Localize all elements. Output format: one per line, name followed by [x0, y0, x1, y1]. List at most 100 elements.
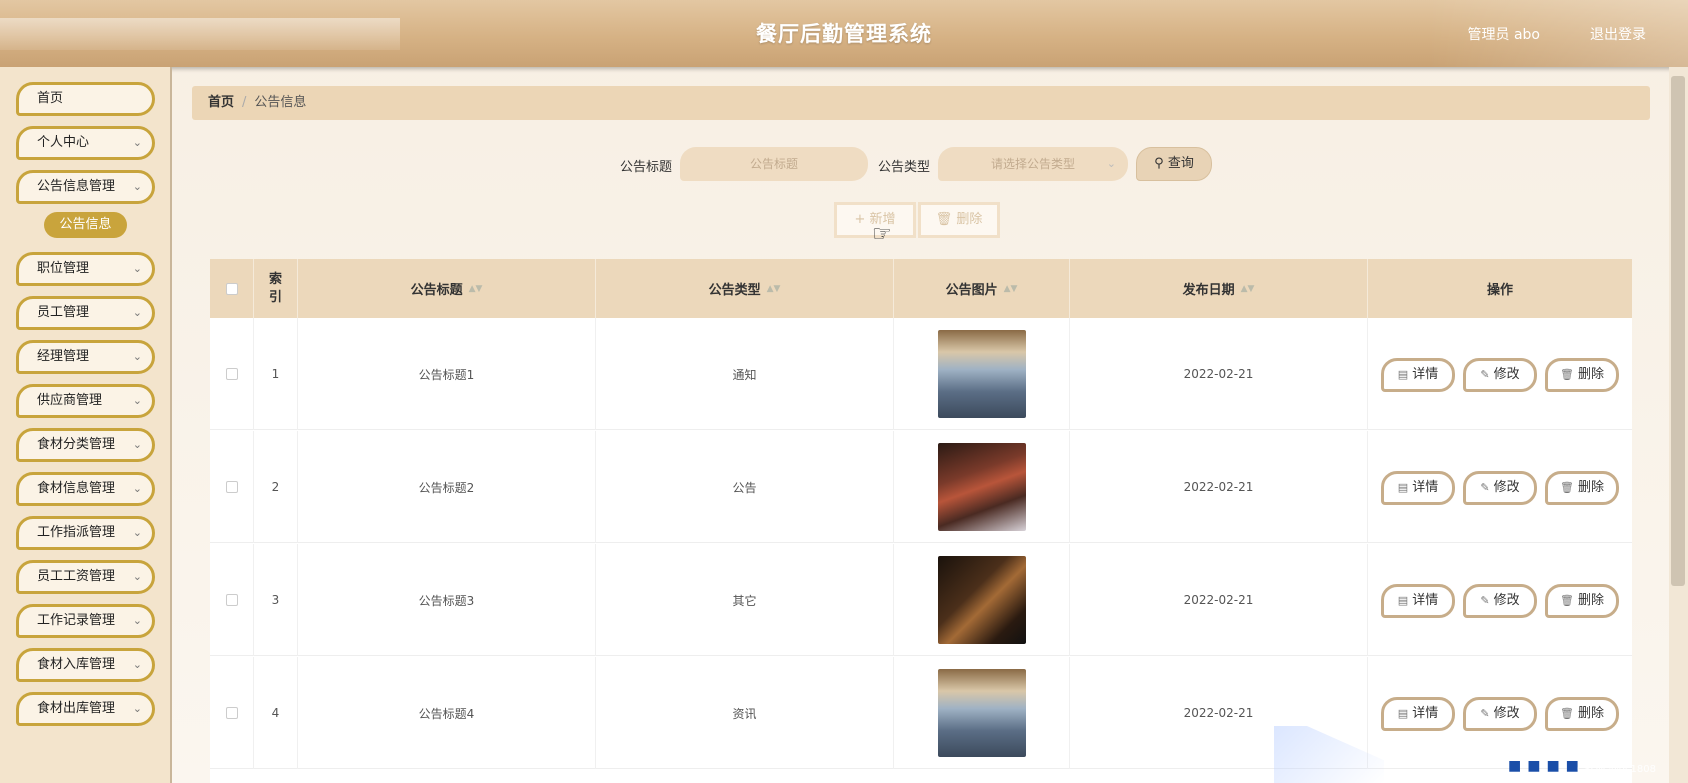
chevron-down-icon: ⌄ — [132, 526, 142, 539]
chevron-down-icon: ⌄ — [132, 180, 142, 193]
delete-row-button[interactable]: 🗑 删除 — [1545, 584, 1619, 618]
sidebar-item[interactable]: 首页 — [16, 82, 155, 116]
sidebar-item[interactable]: 供应商管理 ⌄ — [16, 384, 155, 418]
sidebar-item[interactable]: 工作指派管理 ⌄ — [16, 516, 155, 550]
detail-button[interactable]: ▤ 详情 — [1381, 358, 1455, 392]
select-all-checkbox[interactable] — [225, 282, 238, 295]
sidebar-item[interactable]: 员工管理 ⌄ — [16, 296, 155, 330]
sidebar-item[interactable]: 公告信息管理 ⌄ — [16, 170, 155, 204]
type-select-placeholder: 请选择公告类型 — [990, 157, 1075, 171]
chevron-down-icon: ⌄ — [132, 306, 142, 319]
edit-button-label: 修改 — [1493, 706, 1520, 721]
chevron-down-icon: ⌄ — [132, 394, 142, 407]
trash-icon: 🗑 — [935, 212, 953, 227]
sidebar-item-label: 工作指派管理 — [37, 525, 116, 540]
announcement-thumbnail[interactable] — [937, 556, 1026, 644]
breadcrumb-separator: / — [242, 95, 247, 110]
row-actions-cell: ▤ 详情 ✎ 修改 🗑 删除 — [1368, 544, 1632, 656]
table-row: 4 公告标题4 资讯 2022-02-21 ▤ 详情 ✎ 修改 🗑 删除 — [210, 657, 1632, 769]
announcement-thumbnail[interactable] — [937, 330, 1026, 418]
sidebar-item[interactable]: 职位管理 ⌄ — [16, 252, 155, 286]
column-header-title-label: 公告标题 — [410, 283, 463, 298]
sidebar-item-label: 经理管理 — [37, 349, 90, 364]
row-select-cell — [210, 431, 254, 543]
announcement-thumbnail[interactable] — [937, 443, 1026, 531]
detail-button-label: 详情 — [1412, 706, 1439, 721]
chevron-down-icon: ⌄ — [1106, 157, 1116, 170]
chevron-down-icon: ⌄ — [132, 702, 142, 715]
sidebar-item[interactable]: 食材入库管理 ⌄ — [16, 648, 155, 682]
row-index: 3 — [254, 544, 298, 656]
row-checkbox[interactable] — [225, 707, 238, 719]
sidebar-item[interactable]: 员工工资管理 ⌄ — [16, 560, 155, 594]
delete-row-button[interactable]: 🗑 删除 — [1545, 697, 1619, 731]
edit-button[interactable]: ✎ 修改 — [1463, 697, 1537, 731]
edit-button[interactable]: ✎ 修改 — [1463, 584, 1537, 618]
sidebar-item[interactable]: 工作记录管理 ⌄ — [16, 604, 155, 638]
type-select[interactable]: 请选择公告类型 ⌄ — [938, 147, 1128, 181]
sidebar-item-label: 食材分类管理 — [37, 437, 116, 452]
chevron-down-icon: ⌄ — [132, 350, 142, 363]
column-header-image[interactable]: 公告图片 ▲▼ — [894, 259, 1070, 318]
column-header-date-label: 发布日期 — [1182, 283, 1235, 298]
current-user: 管理员 abo — [1467, 27, 1540, 43]
row-select-cell — [210, 544, 254, 656]
breadcrumb-current: 公告信息 — [254, 95, 307, 110]
announcement-thumbnail[interactable] — [937, 669, 1026, 757]
sidebar-item[interactable]: 食材出库管理 ⌄ — [16, 692, 155, 726]
logout-link[interactable]: 退出登录 — [1590, 24, 1646, 44]
delete-row-button[interactable]: 🗑 删除 — [1545, 358, 1619, 392]
sidebar-item-label: 公告信息管理 — [37, 179, 116, 194]
sidebar-item[interactable]: 经理管理 ⌄ — [16, 340, 155, 374]
sidebar-item-label: 员工管理 — [37, 305, 90, 320]
breadcrumb-home[interactable]: 首页 — [208, 95, 234, 110]
scrollbar-thumb[interactable] — [1671, 76, 1685, 586]
edit-button[interactable]: ✎ 修改 — [1463, 471, 1537, 505]
sidebar-item[interactable]: 食材信息管理 ⌄ — [16, 472, 155, 506]
table-row: 1 公告标题1 通知 2022-02-21 ▤ 详情 ✎ 修改 🗑 删除 — [210, 318, 1632, 430]
row-type: 资讯 — [596, 657, 894, 769]
delete-button[interactable]: 🗑 删除 — [918, 202, 1000, 238]
column-header-index-label: 索引 — [268, 271, 282, 305]
chevron-down-icon: ⌄ — [132, 658, 142, 671]
row-checkbox[interactable] — [225, 481, 238, 493]
row-type: 公告 — [596, 431, 894, 543]
trash-icon: 🗑 — [1560, 481, 1574, 494]
delete-row-button[interactable]: 🗑 删除 — [1545, 471, 1619, 505]
chevron-down-icon: ⌄ — [132, 136, 142, 149]
sidebar-item-label: 食材出库管理 — [37, 701, 116, 716]
breadcrumb: 首页 / 公告信息 — [192, 86, 1650, 120]
trash-icon: 🗑 — [1560, 707, 1574, 720]
sidebar-item[interactable]: 食材分类管理 ⌄ — [16, 428, 155, 462]
delete-row-button-label: 删除 — [1577, 706, 1604, 721]
column-header-image-label: 公告图片 — [945, 283, 998, 298]
row-title: 公告标题3 — [298, 544, 596, 656]
row-image-cell — [894, 544, 1070, 656]
edit-button-label: 修改 — [1493, 480, 1520, 495]
row-title: 公告标题2 — [298, 431, 596, 543]
submenu-item-announcement-info[interactable]: 公告信息 — [44, 212, 127, 238]
delete-row-button-label: 删除 — [1577, 480, 1604, 495]
column-header-type[interactable]: 公告类型 ▲▼ — [596, 259, 894, 318]
row-select-cell — [210, 657, 254, 769]
edit-button-label: 修改 — [1493, 367, 1520, 382]
row-checkbox[interactable] — [225, 594, 238, 606]
detail-button[interactable]: ▤ 详情 — [1381, 697, 1455, 731]
row-type: 其它 — [596, 544, 894, 656]
document-icon: ▤ — [1397, 368, 1409, 381]
detail-button[interactable]: ▤ 详情 — [1381, 471, 1455, 505]
sidebar-item[interactable]: 个人中心 ⌄ — [16, 126, 155, 160]
title-search-input[interactable] — [680, 147, 868, 181]
column-header-date[interactable]: 发布日期 ▲▼ — [1070, 259, 1368, 318]
edit-button[interactable]: ✎ 修改 — [1463, 358, 1537, 392]
detail-button[interactable]: ▤ 详情 — [1381, 584, 1455, 618]
row-image-cell — [894, 318, 1070, 430]
column-header-title[interactable]: 公告标题 ▲▼ — [298, 259, 596, 318]
row-index: 4 — [254, 657, 298, 769]
column-header-actions-label: 操作 — [1486, 283, 1513, 298]
sidebar-item-label: 首页 — [37, 91, 64, 106]
detail-button-label: 详情 — [1412, 480, 1439, 495]
row-checkbox[interactable] — [225, 368, 238, 380]
table-row: 2 公告标题2 公告 2022-02-21 ▤ 详情 ✎ 修改 🗑 删除 — [210, 431, 1632, 543]
query-button[interactable]: ⚲ 查询 — [1136, 147, 1212, 181]
